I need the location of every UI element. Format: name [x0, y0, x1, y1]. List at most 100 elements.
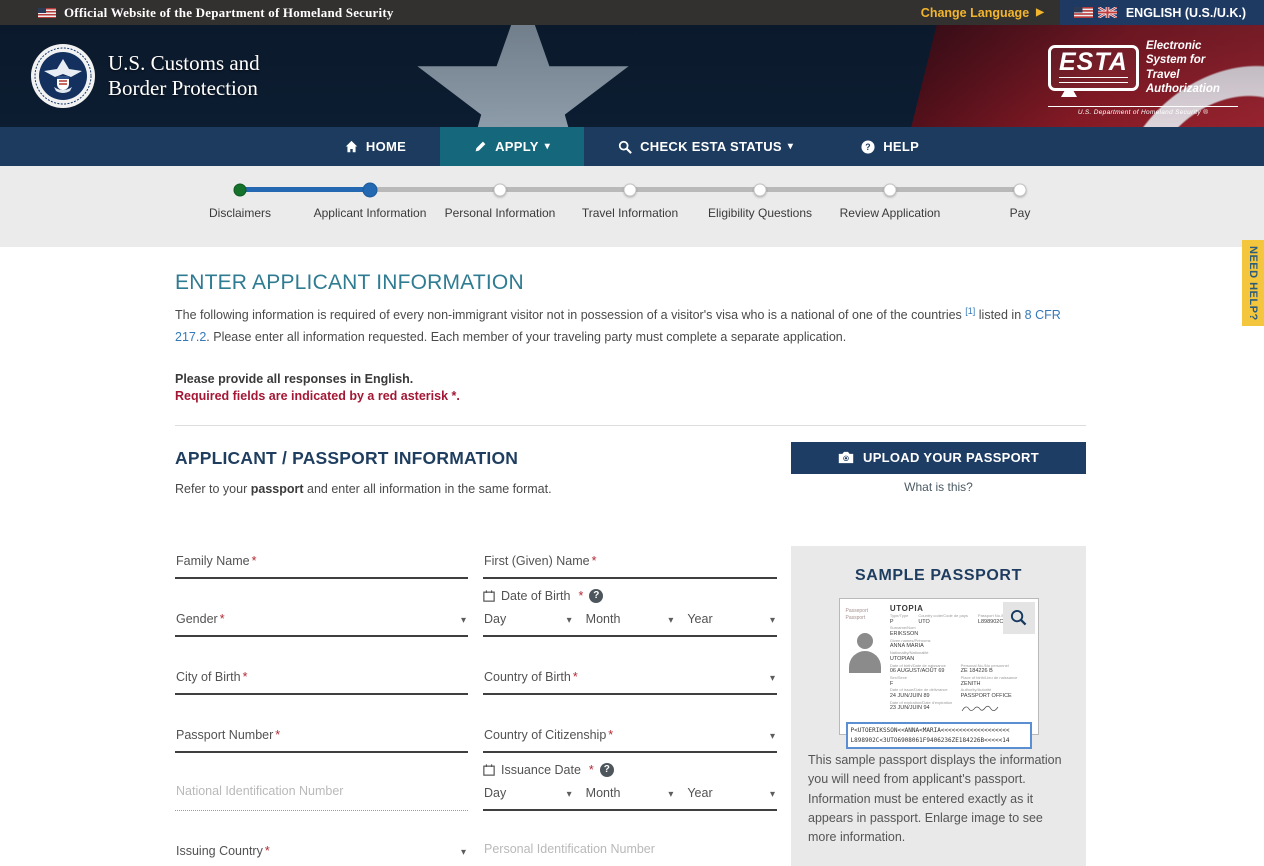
step-dot-applicant-information[interactable]	[363, 182, 378, 197]
step-dot-personal-information[interactable]	[494, 183, 507, 196]
search-icon	[618, 140, 632, 154]
required-fields-note: Required fields are indicated by a red a…	[175, 389, 1264, 403]
dob-help-icon[interactable]: ?	[589, 589, 603, 603]
step-label: Applicant Information	[314, 206, 427, 220]
issuance-year-select[interactable]: Year▾	[687, 786, 775, 800]
current-language-label: ENGLISH (U.S./U.K.)	[1126, 6, 1246, 20]
pencil-icon	[474, 140, 487, 153]
progress-stepper: Disclaimers Applicant Information Person…	[0, 166, 1264, 247]
step-dot-disclaimers[interactable]	[234, 183, 247, 196]
chevron-down-icon: ▾	[461, 848, 466, 858]
country-of-birth-select[interactable]: Country of Birth* ▾	[483, 669, 777, 695]
country-of-birth-label: Country of Birth	[484, 670, 571, 684]
chevron-down-icon: ▾	[770, 732, 775, 742]
issuance-month-select[interactable]: Month▾	[586, 786, 674, 800]
passport-mrz: P<UTOERIKSSON<<ANNA<MARIA<<<<<<<<<<<<<<<…	[846, 722, 1032, 749]
gov-banner: Official Website of the Department of Ho…	[0, 0, 1264, 25]
sample-passport-title: SAMPLE PASSPORT	[808, 567, 1069, 585]
nav-home[interactable]: HOME	[311, 127, 440, 166]
agency-title: U.S. Customs and Border Protection	[108, 51, 260, 101]
step-label: Eligibility Questions	[708, 206, 812, 220]
sample-passport-description: This sample passport displays the inform…	[808, 751, 1069, 848]
english-note: Please provide all responses in English.	[175, 372, 1264, 386]
chevron-down-icon: ▾	[668, 790, 673, 800]
dob-label: Date of Birth	[501, 589, 570, 603]
uk-flag-icon	[1098, 7, 1117, 18]
national-id-field[interactable]	[175, 784, 468, 811]
country-of-citizenship-label: Country of Citizenship	[484, 728, 606, 742]
step-label: Review Application	[840, 206, 941, 220]
family-name-label: Family Name	[176, 554, 250, 568]
first-name-input[interactable]	[596, 553, 775, 568]
applicant-form: Family Name* First (Given) Name* Gender*…	[175, 521, 777, 866]
family-name-field[interactable]: Family Name*	[175, 553, 468, 579]
change-language-button[interactable]: Change Language ▶	[921, 6, 1044, 20]
chevron-down-icon: ▾	[770, 674, 775, 684]
nav-help[interactable]: ? HELP	[827, 127, 953, 166]
issuing-country-select[interactable]: Issuing Country* ▾	[175, 843, 468, 866]
step-label: Disclaimers	[209, 206, 271, 220]
language-selector[interactable]: ENGLISH (U.S./U.K.)	[1060, 0, 1264, 25]
city-of-birth-field[interactable]: City of Birth*	[175, 669, 468, 695]
issuance-day-select[interactable]: Day▾	[484, 786, 572, 800]
dob-year-select[interactable]: Year▾	[687, 612, 775, 626]
first-name-field[interactable]: First (Given) Name*	[483, 553, 777, 579]
step-dot-travel-information[interactable]	[624, 183, 637, 196]
step-dot-review-application[interactable]	[884, 183, 897, 196]
personal-id-field[interactable]	[483, 842, 777, 866]
passport-photo-silhouette	[848, 633, 882, 675]
footnote-link[interactable]: [1]	[965, 306, 975, 316]
section-title: APPLICANT / PASSPORT INFORMATION	[175, 448, 777, 469]
camera-icon	[838, 451, 854, 464]
nav-check-esta-status[interactable]: CHECK ESTA STATUS ▾	[584, 127, 827, 166]
esta-logo: ESTA Electronic System for Travel Author…	[1048, 39, 1238, 116]
country-of-citizenship-select[interactable]: Country of Citizenship* ▾	[483, 727, 777, 753]
passport-number-input[interactable]	[280, 727, 466, 742]
main-nav: HOME APPLY ▾ CHECK ESTA STATUS ▾ ? HELP	[0, 127, 1264, 166]
esta-application-page: Official Website of the Department of Ho…	[0, 0, 1264, 866]
national-id-input[interactable]	[176, 784, 466, 799]
chevron-down-icon: ▾	[545, 141, 550, 152]
sample-passport-panel: SAMPLE PASSPORT PasseportPassport UTOPIA	[791, 546, 1086, 866]
nav-apply[interactable]: APPLY ▾	[440, 127, 584, 166]
dob-month-select[interactable]: Month▾	[586, 612, 674, 626]
gender-label: Gender	[176, 612, 218, 626]
what-is-this-link[interactable]: What is this?	[791, 480, 1086, 494]
need-help-tab[interactable]: NEED HELP?	[1242, 240, 1264, 326]
magnifier-icon	[1010, 609, 1027, 626]
page-title: ENTER APPLICANT INFORMATION	[175, 271, 1264, 295]
site-header: U.S. Customs and Border Protection ESTA …	[0, 25, 1264, 127]
family-name-input[interactable]	[257, 553, 467, 568]
official-website-text: Official Website of the Department of Ho…	[64, 5, 394, 21]
chevron-down-icon: ▾	[788, 141, 793, 152]
signature-scribble	[961, 701, 1032, 719]
us-flag-icon	[1074, 7, 1093, 18]
section-subtitle: Refer to your passport and enter all inf…	[175, 482, 777, 496]
passport-number-field[interactable]: Passport Number*	[175, 727, 468, 753]
calendar-icon	[483, 764, 495, 776]
step-dot-pay[interactable]	[1014, 183, 1027, 196]
intro-paragraph: The following information is required of…	[175, 304, 1080, 349]
chevron-down-icon: ▾	[770, 790, 775, 800]
us-flag-icon	[38, 8, 56, 18]
dhs-seal-logo	[30, 43, 96, 109]
gender-select[interactable]: Gender* ▾	[175, 611, 468, 637]
enlarge-passport-button[interactable]	[1003, 602, 1035, 634]
city-of-birth-input[interactable]	[247, 669, 466, 684]
esta-monitor-icon: ESTA	[1048, 45, 1139, 92]
upload-passport-button[interactable]: UPLOAD YOUR PASSPORT	[791, 442, 1086, 474]
first-name-label: First (Given) Name	[484, 554, 590, 568]
step-label: Personal Information	[445, 206, 556, 220]
arrow-right-icon: ▶	[1036, 7, 1044, 18]
step-dot-eligibility-questions[interactable]	[754, 183, 767, 196]
issuance-date-help-icon[interactable]: ?	[600, 763, 614, 777]
chevron-down-icon: ▾	[567, 616, 572, 626]
question-circle-icon: ?	[861, 140, 875, 154]
issuing-country-label: Issuing Country	[176, 844, 263, 858]
issuance-date-label: Issuance Date	[501, 763, 581, 777]
issuance-date-group: Issuance Date* ? Day▾ Month▾ Year▾	[483, 763, 777, 811]
dob-day-select[interactable]: Day▾	[484, 612, 572, 626]
chevron-down-icon: ▾	[567, 790, 572, 800]
step-label: Travel Information	[582, 206, 678, 220]
personal-id-input[interactable]	[484, 842, 775, 857]
